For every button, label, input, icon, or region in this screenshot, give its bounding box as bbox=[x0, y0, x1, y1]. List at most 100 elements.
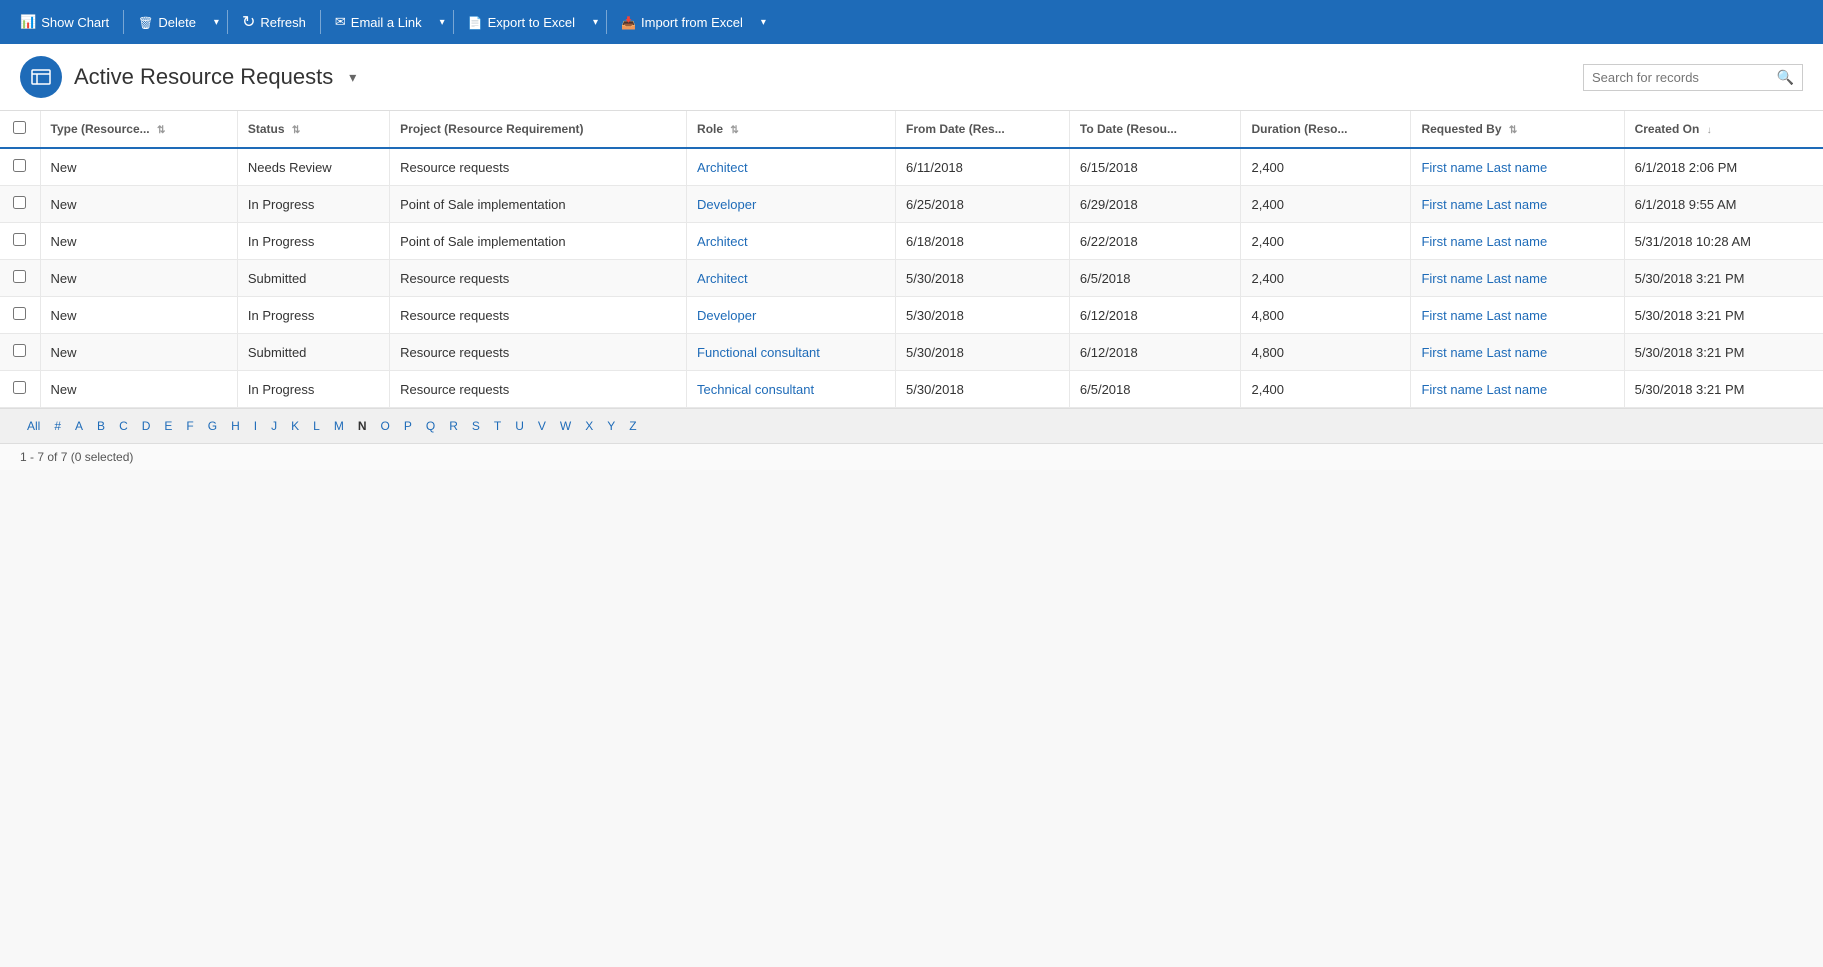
role-link[interactable]: Developer bbox=[697, 197, 756, 212]
page-letter-e[interactable]: E bbox=[157, 415, 179, 437]
table-row: New Submitted Resource requests Function… bbox=[0, 334, 1823, 371]
page-letter-d[interactable]: D bbox=[135, 415, 158, 437]
page-letter-z[interactable]: Z bbox=[622, 415, 643, 437]
show-chart-button[interactable]: Show Chart bbox=[8, 0, 121, 44]
page-letter-x[interactable]: X bbox=[578, 415, 600, 437]
row-from-date: 6/25/2018 bbox=[896, 186, 1070, 223]
row-status: Needs Review bbox=[237, 148, 389, 186]
row-role[interactable]: Developer bbox=[687, 186, 896, 223]
row-checkbox[interactable] bbox=[13, 381, 26, 394]
role-link[interactable]: Functional consultant bbox=[697, 345, 820, 360]
page-letter-n[interactable]: N bbox=[351, 415, 374, 437]
row-requested-by[interactable]: First name Last name bbox=[1411, 371, 1624, 408]
row-checkbox[interactable] bbox=[13, 196, 26, 209]
page-letter-p[interactable]: P bbox=[397, 415, 419, 437]
row-role[interactable]: Architect bbox=[687, 260, 896, 297]
row-requested-by[interactable]: First name Last name bbox=[1411, 334, 1624, 371]
page-letter-k[interactable]: K bbox=[284, 415, 306, 437]
row-requested-by[interactable]: First name Last name bbox=[1411, 223, 1624, 260]
page-letter-u[interactable]: U bbox=[508, 415, 531, 437]
row-to-date: 6/5/2018 bbox=[1069, 371, 1241, 408]
col-header-requested-by[interactable]: Requested By ⇅ bbox=[1411, 111, 1624, 148]
col-header-from-date[interactable]: From Date (Res... bbox=[896, 111, 1070, 148]
search-input[interactable] bbox=[1592, 70, 1777, 85]
page-letter-b[interactable]: B bbox=[90, 415, 112, 437]
col-header-to-date[interactable]: To Date (Resou... bbox=[1069, 111, 1241, 148]
row-requested-by[interactable]: First name Last name bbox=[1411, 148, 1624, 186]
col-header-created-on[interactable]: Created On ↓ bbox=[1624, 111, 1823, 148]
role-link[interactable]: Architect bbox=[697, 160, 748, 175]
page-letter-o[interactable]: O bbox=[374, 415, 397, 437]
email-chevron[interactable] bbox=[434, 0, 451, 44]
delete-button[interactable]: Delete bbox=[126, 0, 208, 44]
select-all-checkbox[interactable] bbox=[13, 121, 26, 134]
page-letter-r[interactable]: R bbox=[442, 415, 465, 437]
page-letter-h[interactable]: H bbox=[224, 415, 247, 437]
requested-by-link[interactable]: First name Last name bbox=[1421, 345, 1547, 360]
col-header-duration[interactable]: Duration (Reso... bbox=[1241, 111, 1411, 148]
refresh-button[interactable]: Refresh bbox=[230, 0, 318, 44]
page-letter-w[interactable]: W bbox=[553, 415, 578, 437]
requested-by-link[interactable]: First name Last name bbox=[1421, 160, 1547, 175]
page-letter-all[interactable]: All bbox=[20, 415, 47, 437]
status-bar: 1 - 7 of 7 (0 selected) bbox=[0, 443, 1823, 470]
role-link[interactable]: Technical consultant bbox=[697, 382, 814, 397]
col-header-status[interactable]: Status ⇅ bbox=[237, 111, 389, 148]
row-role[interactable]: Technical consultant bbox=[687, 371, 896, 408]
page-letter-v[interactable]: V bbox=[531, 415, 553, 437]
requested-by-link[interactable]: First name Last name bbox=[1421, 271, 1547, 286]
page-letter-t[interactable]: T bbox=[487, 415, 508, 437]
requested-by-link[interactable]: First name Last name bbox=[1421, 197, 1547, 212]
page-letter-a[interactable]: A bbox=[68, 415, 90, 437]
col-header-project[interactable]: Project (Resource Requirement) bbox=[390, 111, 687, 148]
separator-4 bbox=[453, 10, 454, 34]
requested-by-link[interactable]: First name Last name bbox=[1421, 234, 1547, 249]
page-letter-#[interactable]: # bbox=[47, 415, 68, 437]
row-checkbox[interactable] bbox=[13, 307, 26, 320]
col-header-type[interactable]: Type (Resource... ⇅ bbox=[40, 111, 237, 148]
show-chart-label: Show Chart bbox=[41, 15, 109, 30]
page-letter-g[interactable]: G bbox=[201, 415, 224, 437]
row-duration: 2,400 bbox=[1241, 260, 1411, 297]
page-letter-i[interactable]: I bbox=[247, 415, 264, 437]
title-chevron[interactable]: ▾ bbox=[345, 65, 360, 90]
row-requested-by[interactable]: First name Last name bbox=[1411, 260, 1624, 297]
page-letter-q[interactable]: Q bbox=[419, 415, 442, 437]
role-link[interactable]: Architect bbox=[697, 234, 748, 249]
table-row: New Submitted Resource requests Architec… bbox=[0, 260, 1823, 297]
export-excel-button[interactable]: Export to Excel bbox=[456, 0, 587, 44]
row-checkbox[interactable] bbox=[13, 270, 26, 283]
page-letter-l[interactable]: L bbox=[306, 415, 327, 437]
email-link-button[interactable]: Email a Link bbox=[323, 0, 434, 44]
page-letter-c[interactable]: C bbox=[112, 415, 135, 437]
requested-by-link[interactable]: First name Last name bbox=[1421, 308, 1547, 323]
row-role[interactable]: Developer bbox=[687, 297, 896, 334]
page-letter-m[interactable]: M bbox=[327, 415, 351, 437]
separator-2 bbox=[227, 10, 228, 34]
row-requested-by[interactable]: First name Last name bbox=[1411, 297, 1624, 334]
chart-icon bbox=[20, 14, 36, 30]
page-letter-f[interactable]: F bbox=[179, 415, 200, 437]
page-letter-y[interactable]: Y bbox=[600, 415, 622, 437]
export-chevron[interactable] bbox=[587, 0, 604, 44]
row-role[interactable]: Architect bbox=[687, 223, 896, 260]
import-chevron[interactable] bbox=[755, 0, 772, 44]
role-link[interactable]: Developer bbox=[697, 308, 756, 323]
row-role[interactable]: Functional consultant bbox=[687, 334, 896, 371]
delete-chevron[interactable] bbox=[208, 0, 225, 44]
row-to-date: 6/12/2018 bbox=[1069, 297, 1241, 334]
import-excel-button[interactable]: Import from Excel bbox=[609, 0, 755, 44]
row-role[interactable]: Architect bbox=[687, 148, 896, 186]
row-requested-by[interactable]: First name Last name bbox=[1411, 186, 1624, 223]
requested-by-link[interactable]: First name Last name bbox=[1421, 382, 1547, 397]
row-checkbox[interactable] bbox=[13, 344, 26, 357]
row-project: Resource requests bbox=[390, 334, 687, 371]
chevron-down-icon-2 bbox=[440, 17, 445, 28]
row-checkbox[interactable] bbox=[13, 233, 26, 246]
page-letter-s[interactable]: S bbox=[465, 415, 487, 437]
export-icon bbox=[468, 15, 483, 30]
page-letter-j[interactable]: J bbox=[264, 415, 284, 437]
role-link[interactable]: Architect bbox=[697, 271, 748, 286]
row-checkbox[interactable] bbox=[13, 159, 26, 172]
col-header-role[interactable]: Role ⇅ bbox=[687, 111, 896, 148]
